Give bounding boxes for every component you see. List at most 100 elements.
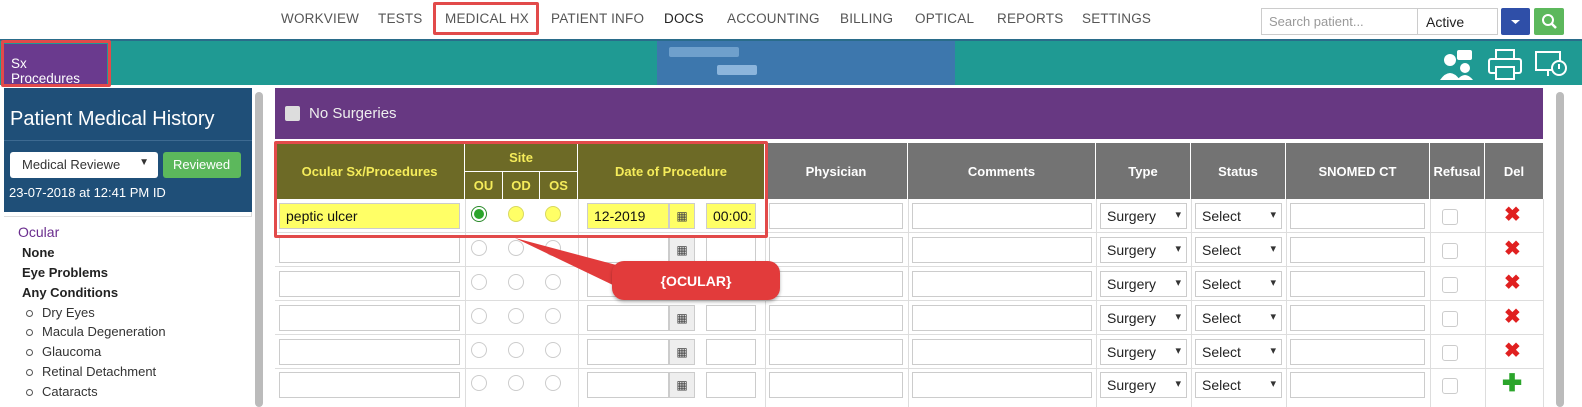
status-select[interactable]: Select [1195, 305, 1282, 331]
list-item[interactable]: Dry Eyes [26, 305, 95, 320]
snomed-input[interactable] [1290, 372, 1425, 398]
list-item[interactable]: Macula Degeneration [26, 324, 166, 339]
snomed-input[interactable] [1290, 339, 1425, 365]
refusal-checkbox[interactable] [1442, 345, 1458, 361]
procedure-input[interactable] [279, 271, 460, 297]
physician-input[interactable] [769, 237, 903, 263]
category-ocular[interactable]: Ocular [18, 224, 59, 240]
refusal-checkbox[interactable] [1442, 311, 1458, 327]
date-input[interactable] [587, 372, 669, 398]
site-od-radio[interactable] [508, 308, 524, 324]
physician-input[interactable] [769, 339, 903, 365]
date-input[interactable] [587, 305, 669, 331]
comments-textarea[interactable] [912, 237, 1092, 263]
search-input[interactable]: Search patient... [1261, 8, 1418, 35]
type-select[interactable]: Surgery [1100, 237, 1187, 263]
status-select[interactable]: Select [1195, 271, 1282, 297]
refusal-checkbox[interactable] [1442, 378, 1458, 394]
add-row-icon[interactable]: ✚ [1502, 372, 1522, 396]
no-surgeries-checkbox[interactable] [285, 106, 300, 121]
main-scrollbar[interactable] [1556, 92, 1564, 407]
delete-icon[interactable]: ✖ [1504, 341, 1521, 361]
list-item[interactable]: Glaucoma [25, 344, 101, 359]
nav-workview[interactable]: WORKVIEW [281, 11, 359, 26]
delete-icon[interactable]: ✖ [1504, 307, 1521, 327]
comments-textarea[interactable] [912, 203, 1092, 229]
type-select[interactable]: Surgery [1100, 339, 1187, 365]
reviewed-button[interactable]: Reviewed [163, 152, 241, 178]
physician-input[interactable] [769, 372, 903, 398]
dropdown-button[interactable] [1501, 8, 1530, 35]
site-ou-radio[interactable] [471, 308, 487, 324]
time-input[interactable] [706, 339, 756, 365]
physician-input[interactable] [769, 271, 903, 297]
list-item[interactable]: Any Conditions [22, 285, 118, 300]
review-dropdown[interactable]: Medical Reviewe ▼ [10, 152, 158, 178]
list-item[interactable]: Retinal Detachment [25, 364, 156, 379]
nav-optical[interactable]: OPTICAL [915, 11, 974, 26]
printer-icon[interactable] [1487, 48, 1523, 82]
procedure-input[interactable] [279, 237, 460, 263]
site-ou-radio[interactable] [471, 342, 487, 358]
site-os-radio[interactable] [545, 375, 561, 391]
type-select[interactable]: Surgery [1100, 372, 1187, 398]
nav-reports[interactable]: REPORTS [997, 11, 1063, 26]
delete-icon[interactable]: ✖ [1504, 205, 1521, 225]
sidebar-scrollbar[interactable] [255, 92, 263, 407]
users-chat-icon[interactable] [1438, 48, 1474, 82]
review-dropdown-label: Medical Reviewe [22, 157, 121, 172]
type-select[interactable]: Surgery [1100, 203, 1187, 229]
site-ou-radio[interactable] [471, 375, 487, 391]
refusal-checkbox[interactable] [1442, 277, 1458, 293]
nav-settings[interactable]: SETTINGS [1082, 11, 1151, 26]
nav-accounting[interactable]: ACCOUNTING [727, 11, 820, 26]
site-os-radio[interactable] [545, 342, 561, 358]
status-select[interactable]: Select [1195, 372, 1282, 398]
snomed-input[interactable] [1290, 237, 1425, 263]
comments-textarea[interactable] [912, 305, 1092, 331]
site-os-radio[interactable] [545, 308, 561, 324]
procedure-input[interactable] [279, 305, 460, 331]
site-od-radio[interactable] [508, 375, 524, 391]
calendar-icon[interactable]: ▦ [669, 237, 695, 263]
list-item[interactable]: Eye Problems [22, 265, 108, 280]
physician-input[interactable] [769, 203, 903, 229]
comments-textarea[interactable] [912, 271, 1092, 297]
physician-input[interactable] [769, 305, 903, 331]
nav-billing[interactable]: BILLING [840, 11, 893, 26]
delete-icon[interactable]: ✖ [1504, 273, 1521, 293]
procedure-input[interactable] [279, 339, 460, 365]
type-select[interactable]: Surgery [1100, 271, 1187, 297]
nav-docs[interactable]: DOCS [664, 11, 704, 26]
comments-textarea[interactable] [912, 372, 1092, 398]
snomed-input[interactable] [1290, 271, 1425, 297]
list-item[interactable]: None [22, 245, 55, 260]
refusal-checkbox[interactable] [1442, 209, 1458, 225]
time-input[interactable] [706, 237, 756, 263]
time-input[interactable] [706, 372, 756, 398]
snomed-input[interactable] [1290, 305, 1425, 331]
procedure-input[interactable] [279, 372, 460, 398]
list-item[interactable]: Cataracts [26, 384, 98, 399]
site-od-radio[interactable] [508, 342, 524, 358]
calendar-icon[interactable]: ▦ [669, 339, 695, 365]
status-select[interactable]: Select [1195, 203, 1282, 229]
calendar-icon[interactable]: ▦ [669, 305, 695, 331]
snomed-input[interactable] [1290, 203, 1425, 229]
status-select[interactable]: Active [1418, 8, 1498, 35]
search-button[interactable] [1534, 8, 1564, 35]
date-input[interactable] [587, 339, 669, 365]
calendar-icon[interactable]: ▦ [669, 372, 695, 398]
type-select[interactable]: Surgery [1100, 305, 1187, 331]
time-input[interactable] [706, 305, 756, 331]
status-select[interactable]: Select [1195, 237, 1282, 263]
site-ou-radio[interactable] [471, 240, 487, 256]
refusal-checkbox[interactable] [1442, 243, 1458, 259]
status-select[interactable]: Select [1195, 339, 1282, 365]
monitor-clock-icon[interactable] [1534, 48, 1568, 82]
delete-icon[interactable]: ✖ [1504, 239, 1521, 259]
nav-tests[interactable]: TESTS [378, 11, 423, 26]
nav-patient-info[interactable]: PATIENT INFO [551, 11, 644, 26]
site-ou-radio[interactable] [471, 274, 487, 290]
comments-textarea[interactable] [912, 339, 1092, 365]
